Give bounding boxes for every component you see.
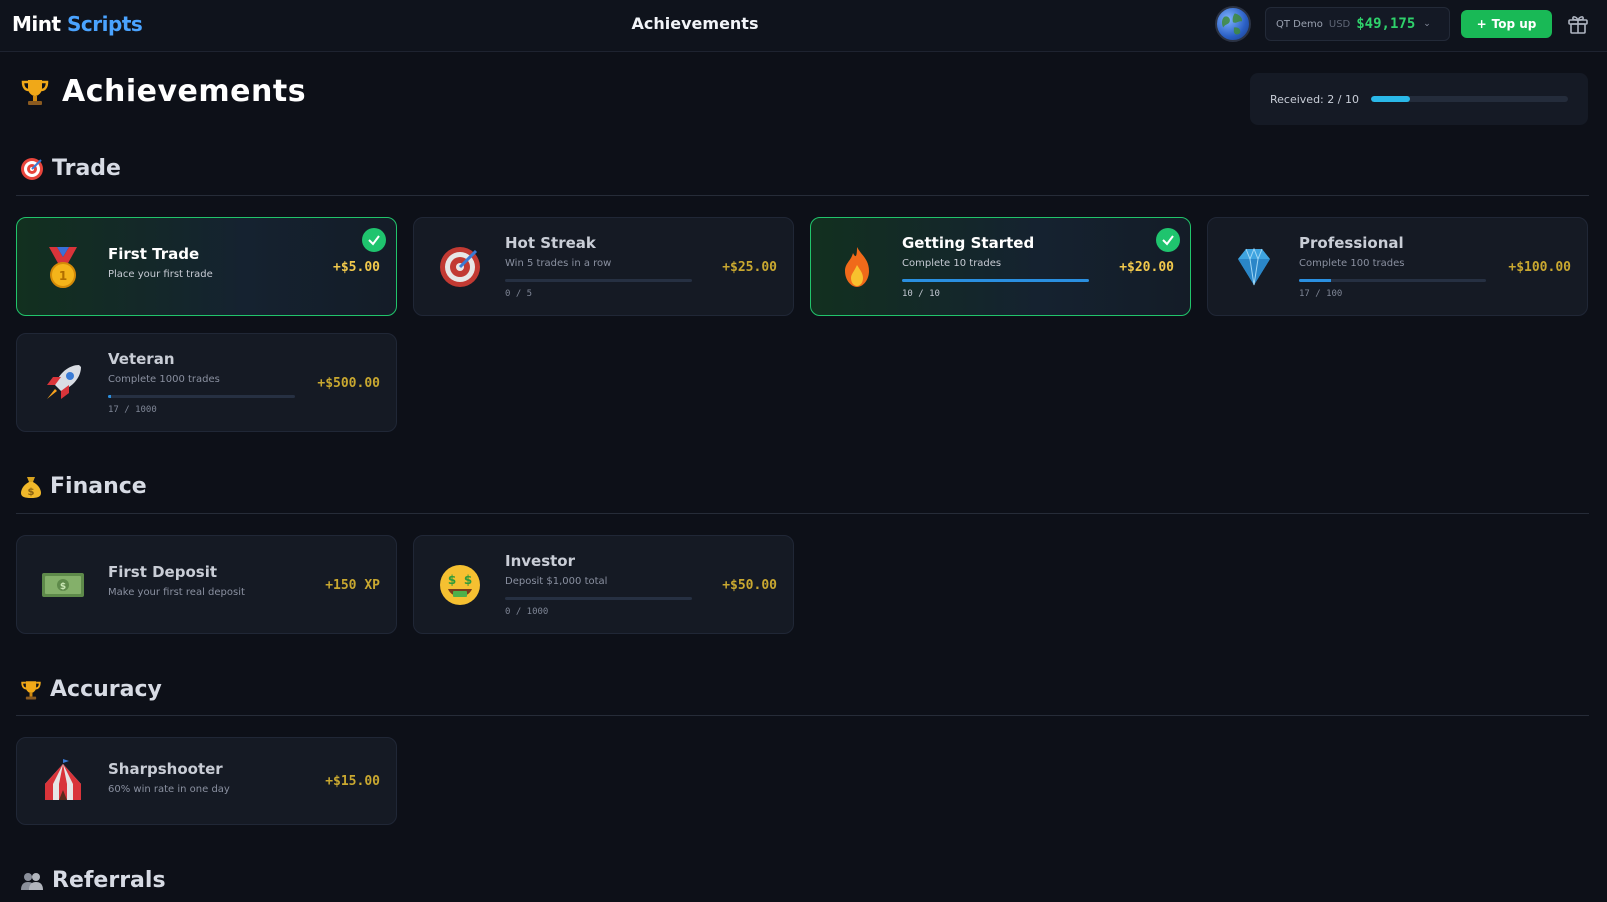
achievement-progress-bar — [1299, 279, 1486, 282]
trophy-icon — [20, 679, 42, 701]
achievement-card-veteran[interactable]: Veteran Complete 1000 trades 17 / 1000 +… — [16, 333, 397, 432]
svg-text:$: $ — [60, 582, 66, 592]
people-icon — [20, 870, 44, 892]
achievement-description: Deposit $1,000 total — [505, 576, 608, 587]
svg-text:$: $ — [448, 573, 456, 587]
achievement-title: First Trade — [108, 245, 200, 263]
achievement-count: 10 / 10 — [902, 289, 940, 299]
achievement-count: 17 / 1000 — [108, 405, 157, 415]
achievement-card-first-trade[interactable]: 1 First Trade Place your first trade +$5… — [16, 217, 397, 316]
circus-tent-icon — [39, 758, 87, 806]
globe-icon[interactable] — [1215, 6, 1251, 42]
page-header: Achievements — [20, 74, 306, 109]
achievement-count: 0 / 1000 — [505, 607, 549, 617]
section-header-finance: $ Finance — [20, 474, 147, 499]
achievement-progress-fill — [1299, 279, 1331, 282]
achievement-description: 60% win rate in one day — [108, 784, 230, 795]
received-progress-bar — [1370, 96, 1568, 102]
target-icon — [436, 243, 484, 291]
svg-text:$: $ — [464, 573, 472, 587]
achievement-reward: +$25.00 — [722, 260, 777, 275]
divider — [16, 195, 1589, 196]
divider — [16, 715, 1589, 716]
section-header-trade: Trade — [20, 156, 121, 181]
achievement-title: Sharpshooter — [108, 760, 223, 778]
achievement-count: 17 / 100 — [1299, 289, 1343, 299]
achievement-reward: +$15.00 — [325, 774, 380, 789]
chevron-down-icon: ⌄ — [1423, 19, 1431, 29]
account-selector[interactable]: QT Demo USD $49,175 ⌄ — [1265, 7, 1450, 41]
target-icon — [20, 157, 44, 181]
achievement-reward: +$100.00 — [1508, 260, 1571, 275]
section-title-referrals: Referrals — [52, 868, 166, 893]
trophy-icon — [20, 77, 50, 107]
achievement-title: Investor — [505, 552, 576, 570]
banknote-icon: $ — [39, 561, 87, 609]
achievement-title: Getting Started — [902, 234, 1035, 252]
fire-icon — [833, 243, 881, 291]
achievement-card-getting-started[interactable]: Getting Started Complete 10 trades 10 / … — [810, 217, 1191, 316]
page-title: Achievements — [62, 74, 307, 109]
check-icon — [1156, 228, 1180, 252]
gift-icon[interactable] — [1566, 12, 1590, 36]
check-icon — [362, 228, 386, 252]
top-bar: Mint Scripts Achievements QT Demo USD $4… — [0, 0, 1607, 52]
received-progress-panel: Received: 2 / 10 — [1250, 73, 1588, 125]
achievement-progress-fill — [108, 395, 112, 398]
svg-text:1: 1 — [59, 269, 67, 283]
achievement-progress-bar — [505, 597, 692, 600]
achievement-card-sharpshooter[interactable]: Sharpshooter 60% win rate in one day +$1… — [16, 737, 397, 825]
achievement-count: 0 / 5 — [505, 289, 533, 299]
money-bag-icon: $ — [20, 475, 42, 499]
achievement-title: Professional — [1299, 234, 1404, 252]
achievement-description: Complete 1000 trades — [108, 374, 220, 385]
achievement-reward: +$500.00 — [317, 376, 380, 391]
achievement-reward: +$20.00 — [1119, 260, 1174, 275]
section-header-referrals: Referrals — [20, 868, 166, 893]
account-name: QT Demo — [1276, 18, 1323, 30]
achievement-progress-bar — [902, 279, 1089, 282]
achievement-description: Complete 10 trades — [902, 258, 1002, 269]
achievement-card-investor[interactable]: $ $ Investor Deposit $1,000 total 0 / 10… — [413, 535, 794, 634]
achievement-reward: +$50.00 — [722, 578, 777, 593]
rocket-icon — [39, 359, 87, 407]
diamond-icon — [1230, 243, 1278, 291]
received-label: Received: 2 / 10 — [1270, 92, 1359, 106]
top-up-label: Top up — [1491, 17, 1537, 31]
achievement-card-hot-streak[interactable]: Hot Streak Win 5 trades in a row 0 / 5 +… — [413, 217, 794, 316]
achievement-title: Veteran — [108, 350, 175, 368]
section-header-accuracy: Accuracy — [20, 677, 162, 702]
achievement-description: Make your first real deposit — [108, 587, 245, 598]
divider — [16, 513, 1589, 514]
account-currency: USD — [1328, 18, 1351, 30]
medal-icon: 1 — [39, 243, 87, 291]
achievement-reward: +$5.00 — [333, 260, 380, 275]
section-title-trade: Trade — [52, 156, 121, 181]
achievement-title: Hot Streak — [505, 234, 596, 252]
top-up-button[interactable]: + Top up — [1461, 10, 1552, 38]
money-face-icon: $ $ — [436, 561, 484, 609]
achievement-card-professional[interactable]: Professional Complete 100 trades 17 / 10… — [1207, 217, 1588, 316]
achievement-progress-bar — [505, 279, 692, 282]
achievement-card-first-deposit[interactable]: $ First Deposit Make your first real dep… — [16, 535, 397, 634]
account-balance: $49,175 — [1356, 16, 1416, 32]
achievement-description: Win 5 trades in a row — [505, 258, 612, 269]
topbar-title: Achievements — [631, 14, 759, 33]
achievement-description: Complete 100 trades — [1299, 258, 1405, 269]
received-progress-fill — [1370, 96, 1411, 102]
achievement-progress-bar — [108, 395, 295, 398]
section-title-finance: Finance — [50, 474, 147, 499]
svg-text:$: $ — [28, 487, 35, 498]
achievement-reward: +150 XP — [325, 578, 380, 593]
achievement-description: Place your first trade — [108, 269, 213, 280]
achievement-progress-fill — [902, 279, 1089, 282]
plus-icon: + — [1476, 17, 1487, 31]
achievement-title: First Deposit — [108, 563, 218, 581]
section-title-accuracy: Accuracy — [50, 677, 162, 702]
